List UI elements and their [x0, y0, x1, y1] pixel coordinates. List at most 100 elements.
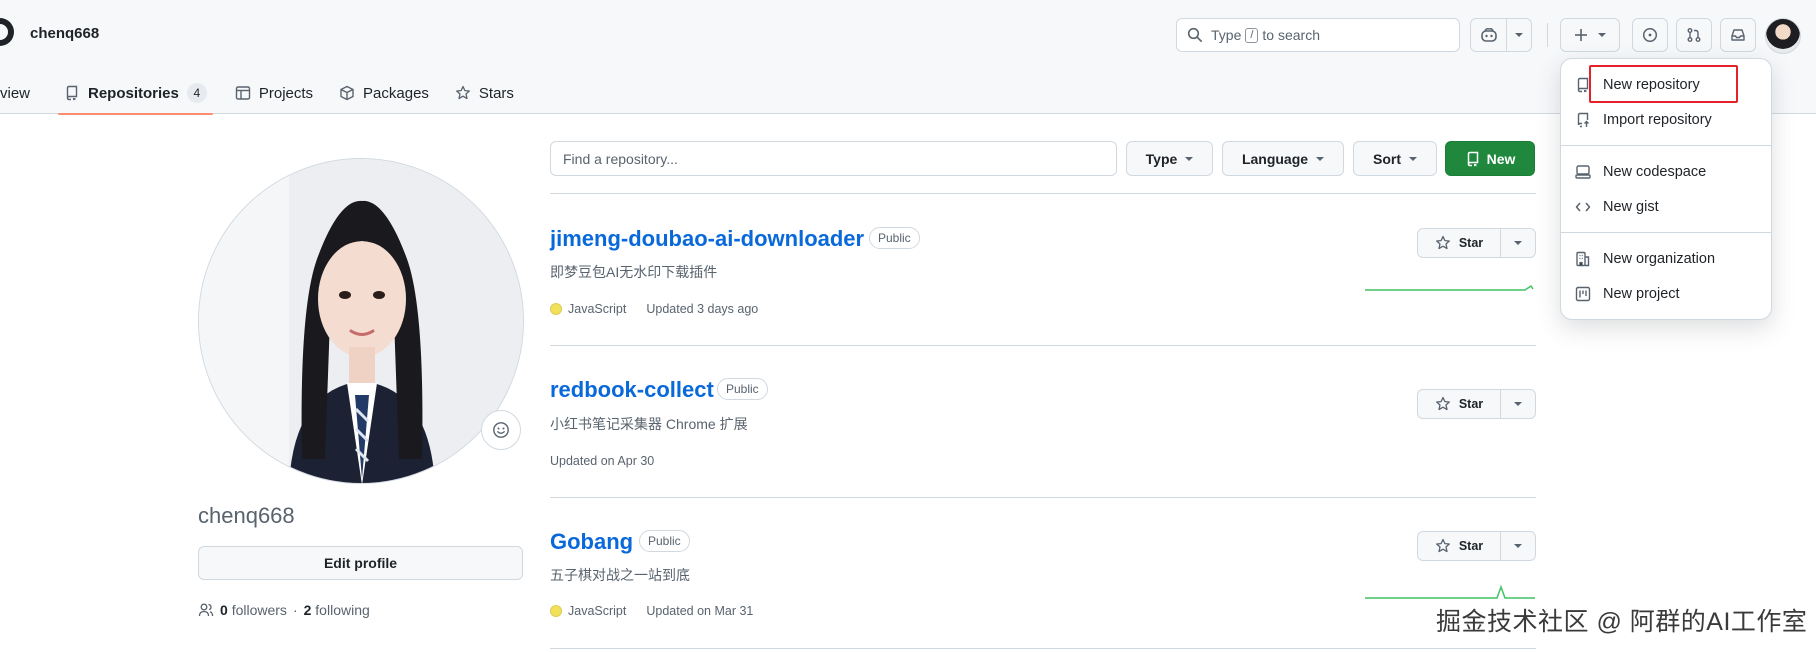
- following-label: following: [315, 602, 370, 618]
- edit-profile-button[interactable]: Edit profile: [198, 546, 523, 580]
- user-avatar[interactable]: [1765, 18, 1801, 54]
- star-button[interactable]: Star: [1417, 228, 1536, 258]
- repo-meta: JavaScript Updated on Mar 31: [550, 604, 753, 618]
- language-color-dot: [550, 605, 562, 617]
- search-prefix: Type: [1211, 27, 1242, 43]
- star-label: Star: [1458, 236, 1484, 250]
- tab-label: Repositories: [88, 84, 179, 102]
- repo-push-icon: [1577, 112, 1589, 128]
- repo-icon: [66, 85, 78, 101]
- star-toggle[interactable]: Star: [1418, 229, 1501, 257]
- new-repository-button[interactable]: New: [1445, 141, 1535, 176]
- star-button[interactable]: Star: [1417, 389, 1536, 419]
- profile-username: chenq668: [198, 503, 295, 528]
- profile-tabs: view Repositories 4 Projects Packages St…: [0, 72, 526, 115]
- copilot-button[interactable]: [1470, 18, 1532, 52]
- tab-overview[interactable]: view: [0, 72, 42, 114]
- search-shortcut-key: /: [1245, 27, 1259, 43]
- repo-meta: JavaScript Updated 3 days ago: [550, 302, 758, 316]
- inbox-icon: [1731, 29, 1745, 41]
- chevron-down-icon: [1514, 402, 1522, 406]
- follow-separator: ·: [292, 602, 298, 618]
- header-divider: [1547, 23, 1548, 47]
- menu-item-new-project[interactable]: New project: [1575, 282, 1680, 306]
- language-color-dot: [550, 303, 562, 315]
- pull-requests-button[interactable]: [1676, 18, 1712, 52]
- profile-avatar[interactable]: [198, 158, 524, 484]
- repo-name-link[interactable]: jimeng-doubao-ai-downloader: [550, 226, 864, 252]
- copilot-icon: [1480, 28, 1497, 42]
- list-divider: [550, 648, 1536, 649]
- star-label: Star: [1458, 539, 1484, 553]
- search-input[interactable]: Type / to search: [1176, 18, 1460, 52]
- type-filter-button[interactable]: Type: [1126, 141, 1213, 176]
- repo-description: 五子棋对战之一站到底: [550, 567, 690, 583]
- followers-link[interactable]: 0 followers: [220, 602, 287, 618]
- menu-item-label: Import repository: [1603, 112, 1712, 128]
- smiley-icon: [493, 422, 509, 438]
- menu-item-label: New project: [1603, 286, 1680, 302]
- tab-label: view: [0, 84, 31, 102]
- tab-packages[interactable]: Packages: [327, 72, 441, 114]
- new-button-label: New: [1486, 150, 1516, 167]
- following-link[interactable]: 2 following: [304, 602, 370, 618]
- star-list-dropdown[interactable]: [1501, 390, 1535, 418]
- menu-divider: [1561, 232, 1771, 233]
- create-new-button[interactable]: [1560, 18, 1620, 52]
- chevron-down-icon: [1598, 33, 1606, 37]
- follow-stats: 0 followers · 2 following: [198, 602, 370, 618]
- repo-name-link[interactable]: Gobang: [550, 529, 633, 555]
- star-button[interactable]: Star: [1417, 531, 1536, 561]
- git-pull-request-icon: [1687, 28, 1701, 42]
- visibility-badge: Public: [639, 530, 690, 552]
- star-toggle[interactable]: Star: [1418, 532, 1501, 560]
- star-list-dropdown[interactable]: [1501, 532, 1535, 560]
- star-label: Star: [1458, 397, 1484, 411]
- menu-item-new-gist[interactable]: New gist: [1575, 195, 1659, 219]
- inbox-button[interactable]: [1720, 18, 1756, 52]
- tab-projects[interactable]: Projects: [223, 72, 325, 114]
- menu-item-label: New organization: [1603, 251, 1716, 267]
- star-icon: [1435, 538, 1450, 553]
- list-divider: [550, 345, 1536, 346]
- issues-button[interactable]: [1632, 18, 1668, 52]
- github-logo-icon[interactable]: [0, 18, 14, 46]
- repo-icon: [1467, 151, 1478, 166]
- package-icon: [340, 85, 354, 101]
- following-count: 2: [303, 602, 312, 618]
- watermark-text: 掘金技术社区 @ 阿群的AI工作室: [1436, 608, 1808, 636]
- sort-button[interactable]: Sort: [1353, 141, 1437, 176]
- language-filter-button[interactable]: Language: [1222, 141, 1344, 176]
- tab-repositories[interactable]: Repositories 4: [52, 72, 219, 115]
- list-divider: [550, 193, 1536, 194]
- chevron-down-icon: [1316, 156, 1325, 161]
- set-status-button[interactable]: [481, 410, 521, 450]
- chevron-down-icon: [1409, 156, 1417, 161]
- menu-item-new-organization[interactable]: New organization: [1575, 247, 1715, 271]
- visibility-badge: Public: [869, 227, 920, 249]
- menu-item-new-codespace[interactable]: New codespace: [1575, 160, 1706, 184]
- plus-icon: [1575, 29, 1587, 41]
- tab-stars[interactable]: Stars: [443, 72, 526, 114]
- codespace-icon: [1575, 165, 1591, 179]
- people-icon: [198, 603, 214, 617]
- activity-sparkline: [1365, 284, 1534, 291]
- followers-count: 0: [220, 602, 228, 618]
- menu-item-import-repository[interactable]: Import repository: [1575, 108, 1712, 132]
- code-icon: [1575, 202, 1591, 212]
- star-toggle[interactable]: Star: [1418, 390, 1501, 418]
- profile-photo: [199, 159, 523, 483]
- issue-opened-icon: [1642, 27, 1658, 43]
- chevron-down-icon: [1514, 241, 1522, 245]
- repo-meta: Updated on Apr 30: [550, 454, 654, 468]
- chevron-down-icon: [1514, 544, 1522, 548]
- star-list-dropdown[interactable]: [1501, 229, 1535, 257]
- tab-label: Packages: [363, 84, 429, 102]
- repo-updated: Updated 3 days ago: [646, 302, 759, 316]
- context-username[interactable]: chenq668: [30, 25, 99, 42]
- tab-label: Stars: [478, 84, 514, 102]
- repo-name-link[interactable]: redbook-collect: [550, 377, 714, 403]
- find-repository-input[interactable]: Find a repository...: [550, 141, 1117, 176]
- repo-language: JavaScript: [568, 302, 627, 316]
- visibility-badge: Public: [717, 378, 768, 400]
